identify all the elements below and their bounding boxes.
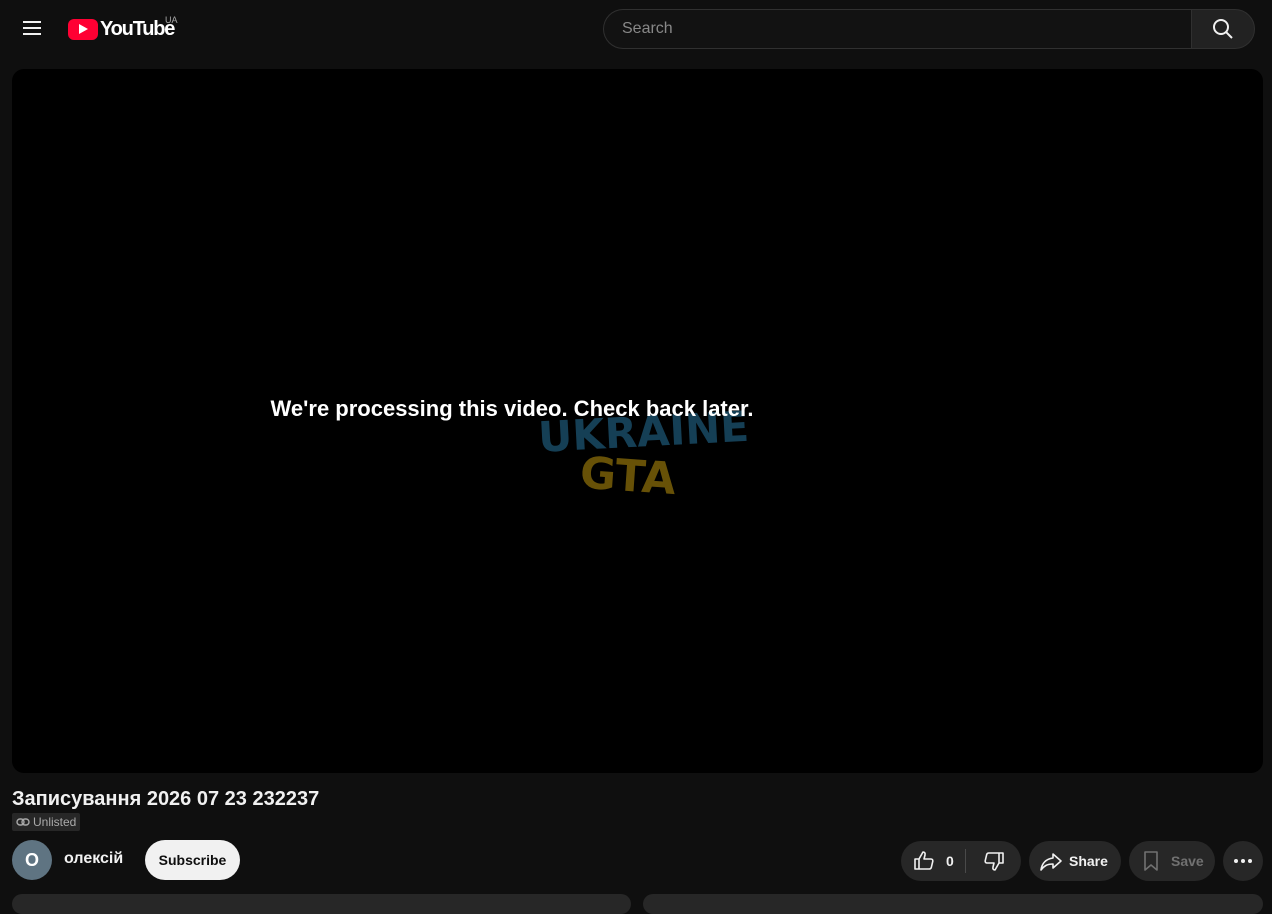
watermark-line2: GTA <box>578 448 677 506</box>
search-button[interactable] <box>1191 9 1255 49</box>
dislike-button[interactable] <box>966 841 1021 881</box>
video-title: Записування 2026 07 23 232237 <box>12 788 320 810</box>
hamburger-menu-icon <box>23 21 41 35</box>
more-actions-button[interactable] <box>1223 841 1263 881</box>
share-label: Share <box>1069 853 1108 869</box>
logo-wordmark: YouTube <box>100 17 175 40</box>
guide-menu-button[interactable] <box>12 8 52 48</box>
share-arrow-icon <box>1040 853 1062 871</box>
like-count: 0 <box>946 853 954 869</box>
channel-name[interactable]: олексій <box>64 850 123 868</box>
video-player[interactable]: UKRAINE GTA We're processing this video.… <box>12 69 1263 773</box>
description-panel[interactable] <box>12 894 631 914</box>
search-icon <box>1213 19 1233 39</box>
unlisted-badge-label: Unlisted <box>33 815 77 829</box>
like-button[interactable]: 0 <box>901 841 965 881</box>
save-button[interactable]: Save <box>1129 841 1215 881</box>
processing-message: We're processing this video. Check back … <box>270 396 754 421</box>
subscribe-button[interactable]: Subscribe <box>145 840 240 880</box>
more-horizontal-icon <box>1234 859 1252 863</box>
play-logo-icon <box>68 18 98 40</box>
search-box <box>603 9 1192 49</box>
unlisted-badge: Unlisted <box>12 813 81 831</box>
country-code: UA <box>165 15 178 25</box>
thumbs-up-icon <box>914 851 934 870</box>
youtube-logo[interactable]: YouTube <box>68 17 175 41</box>
avatar-letter: О <box>24 849 39 870</box>
like-dislike-group: 0 <box>901 841 1021 881</box>
thumbs-down-icon <box>983 852 1004 871</box>
side-panel[interactable] <box>643 894 1263 914</box>
bookmark-icon <box>1144 851 1158 871</box>
channel-avatar[interactable]: О <box>12 840 52 880</box>
search-input[interactable] <box>620 10 1192 48</box>
save-label: Save <box>1171 853 1204 869</box>
masthead: YouTube UA <box>0 0 1272 56</box>
share-button[interactable]: Share <box>1029 841 1121 881</box>
link-icon <box>16 818 30 826</box>
